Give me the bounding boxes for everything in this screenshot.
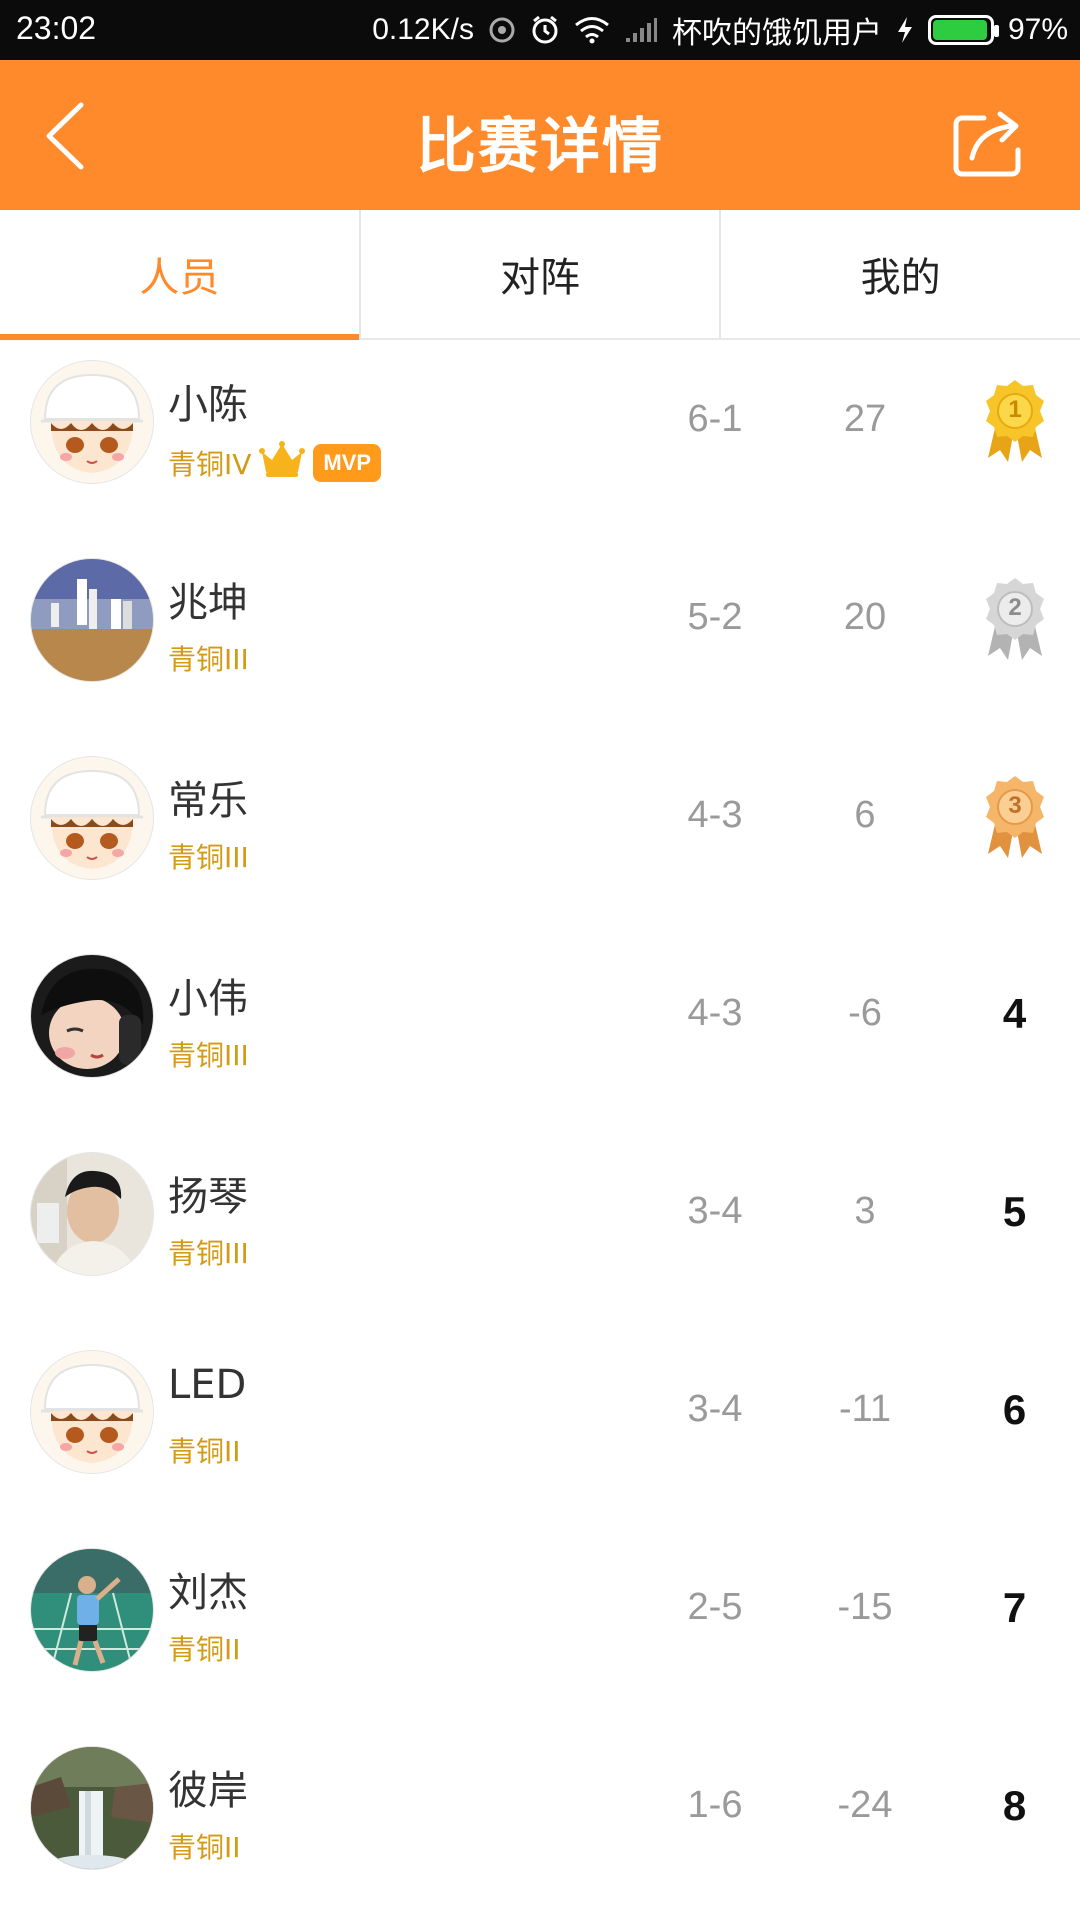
wifi-icon [574,16,610,44]
avatar[interactable] [30,1548,154,1672]
battery-icon [927,15,999,45]
point-diff: -15 [837,1586,893,1628]
player-row[interactable]: LED 青铜II 3-4 -11 6 [0,1330,1080,1528]
avatar[interactable] [30,954,154,1078]
level-text: 青铜II [168,1435,241,1468]
player-level: 青铜II [168,1430,241,1470]
tab-mine[interactable]: 我的 [719,210,1080,338]
player-row[interactable]: 兆坤 青铜III 5-2 20 2 [0,538,1080,736]
battery-percent: 97% [1007,13,1068,46]
title-bar: 比赛详情 [0,60,1080,210]
player-row[interactable]: 小陈 青铜IV MVP 6-1 27 1 [0,340,1080,538]
player-level: 青铜III [168,836,249,876]
carrier-text: 杯吹的饿饥用户 [671,17,882,50]
avatar[interactable] [30,1350,154,1474]
player-level: 青铜III [168,1034,249,1074]
level-text: 青铜III [168,643,249,676]
player-level: 青铜II [168,1826,241,1866]
tab-members[interactable]: 人员 [0,210,359,340]
win-loss-record: 2-5 [687,1586,743,1628]
status-time: 23:02 [16,10,97,46]
player-row[interactable]: 常乐 青铜III 4-3 6 3 [0,736,1080,934]
level-text: 青铜III [168,1237,249,1270]
rank-number: 6 [1002,1386,1027,1433]
level-text: 青铜II [168,1633,241,1666]
level-text: 青铜IV [168,447,252,481]
player-level: 青铜IV MVP [168,440,382,485]
avatar[interactable] [30,756,154,880]
medal-rank: 2 [1008,594,1022,621]
signal-icon [624,16,658,44]
point-diff: 27 [843,398,887,440]
tab-bar: 人员 对阵 我的 [0,210,1080,340]
avatar[interactable] [30,360,154,484]
medal-rank: 3 [1008,792,1022,819]
rank-number: 8 [1002,1782,1027,1829]
tab-matchups[interactable]: 对阵 [358,210,720,338]
player-name: LED [168,1362,247,1408]
crown-icon [259,440,306,485]
mvp-badge: MVP [313,443,382,482]
player-level: 青铜II [168,1628,241,1668]
player-name: 刘杰 [168,1570,248,1616]
point-diff: -24 [837,1784,893,1826]
alarm-icon [530,15,560,45]
network-speed: 0.12K/s [372,13,474,46]
point-diff: 20 [843,596,887,638]
silver-medal-icon: 2 [978,576,1052,662]
bronze-medal-icon: 3 [978,774,1052,860]
player-row[interactable]: 彼岸 青铜II 1-6 -24 8 [0,1726,1080,1924]
win-loss-record: 3-4 [687,1388,743,1430]
level-text: 青铜III [168,1039,249,1072]
player-level: 青铜III [168,1232,249,1272]
avatar[interactable] [30,558,154,682]
win-loss-record: 5-2 [687,596,743,638]
player-name: 彼岸 [168,1768,248,1814]
status-right: 0.12K/s 杯吹的饿饥用户 97% [372,8,1068,52]
win-loss-record: 3-4 [687,1190,743,1232]
avatar[interactable] [30,1152,154,1276]
point-diff: 3 [854,1190,876,1232]
avatar[interactable] [30,1746,154,1870]
point-diff: 6 [854,794,876,836]
rank-number: 4 [1002,990,1027,1037]
player-name: 兆坤 [168,580,248,626]
level-text: 青铜III [168,841,249,874]
win-loss-record: 4-3 [687,794,743,836]
win-loss-record: 1-6 [687,1784,743,1826]
player-name: 小伟 [168,976,248,1022]
player-row[interactable]: 刘杰 青铜II 2-5 -15 7 [0,1528,1080,1726]
share-button[interactable] [950,100,1030,180]
charging-icon [896,16,914,44]
gold-medal-icon: 1 [978,378,1052,464]
player-level: 青铜III [168,638,249,678]
point-diff: -6 [848,992,882,1034]
player-name: 扬琴 [168,1174,248,1220]
page-title: 比赛详情 [416,112,664,182]
rank-number: 5 [1002,1188,1027,1235]
hotspot-icon [488,16,516,44]
share-icon [950,111,1030,184]
win-loss-record: 4-3 [687,992,743,1034]
rank-number: 7 [1002,1584,1027,1631]
level-text: 青铜II [168,1831,241,1864]
player-name: 常乐 [168,778,248,824]
player-list: 小陈 青铜IV MVP 6-1 27 1 兆坤 青铜III 5-2 20 2 常… [0,340,1080,1924]
medal-rank: 1 [1008,396,1022,423]
player-name: 小陈 [168,382,248,428]
player-row[interactable]: 小伟 青铜III 4-3 -6 4 [0,934,1080,1132]
win-loss-record: 6-1 [687,398,743,440]
point-diff: -11 [838,1388,892,1430]
status-bar: 23:02 0.12K/s 杯吹的饿饥用户 97% [0,0,1080,60]
player-row[interactable]: 扬琴 青铜III 3-4 3 5 [0,1132,1080,1330]
